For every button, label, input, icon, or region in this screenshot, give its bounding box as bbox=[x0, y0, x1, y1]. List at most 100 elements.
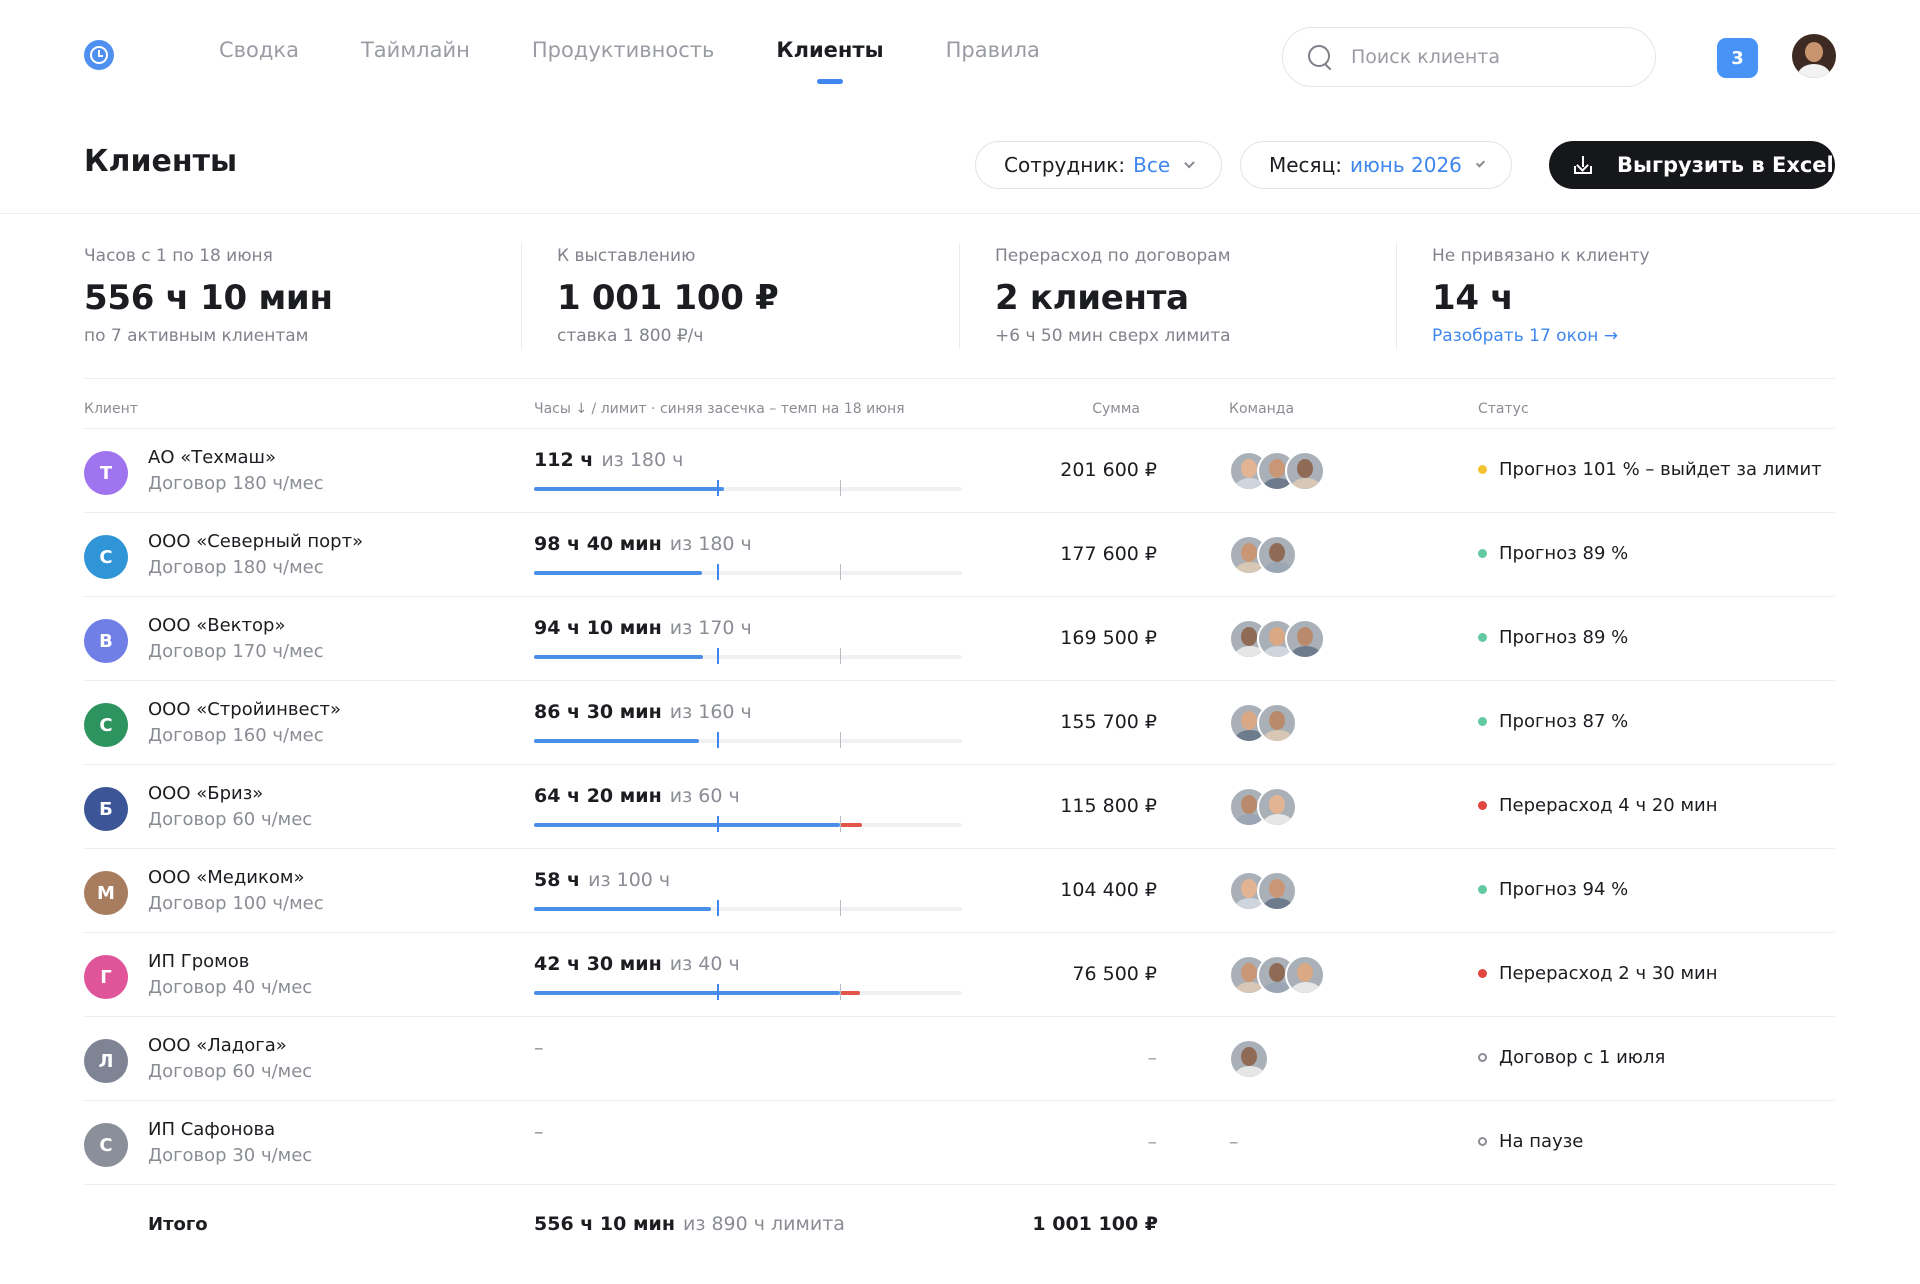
limit-marker bbox=[839, 648, 841, 664]
hours-progress-bar bbox=[534, 480, 962, 496]
tab-summary[interactable]: Сводка bbox=[219, 38, 299, 62]
client-sum: 76 500 ₽ bbox=[1072, 963, 1157, 985]
client-name[interactable]: ИП Громов bbox=[148, 951, 249, 972]
status-indicator: Договор с 1 июля bbox=[1478, 1047, 1665, 1068]
page-title: Клиенты bbox=[84, 144, 238, 179]
client-name[interactable]: ООО «Северный порт» bbox=[148, 531, 363, 552]
client-name[interactable]: ИП Сафонова bbox=[148, 1119, 275, 1140]
hours-used: 94 ч 10 мин из 170 ч bbox=[534, 617, 752, 639]
client-sum: 104 400 ₽ bbox=[1060, 879, 1157, 901]
table-row[interactable]: С ООО «Стройинвест» Договор 160 ч/мес 86 ч … bbox=[84, 681, 1835, 765]
client-initial-avatar: С bbox=[84, 535, 128, 579]
tab-timeline[interactable]: Таймлайн bbox=[361, 38, 470, 62]
hours-empty: – bbox=[534, 1037, 544, 1059]
notifications-badge[interactable]: 3 bbox=[1717, 38, 1758, 78]
team-member-avatar[interactable] bbox=[1285, 451, 1325, 491]
table-row[interactable]: Г ИП Громов Договор 40 ч/мес 42 ч 30 мин из … bbox=[84, 933, 1835, 1017]
team-member-avatar[interactable] bbox=[1257, 787, 1297, 827]
table-row[interactable]: В ООО «Вектор» Договор 170 ч/мес 94 ч 10 ми… bbox=[84, 597, 1835, 681]
team-member-avatar[interactable] bbox=[1257, 535, 1297, 575]
column-header-team[interactable]: Команда bbox=[1229, 401, 1294, 417]
status-dot-icon bbox=[1478, 717, 1487, 726]
client-name[interactable]: ООО «Стройинвест» bbox=[148, 699, 341, 720]
tab-productivity[interactable]: Продуктивность bbox=[532, 38, 715, 62]
status-indicator: Прогноз 89 % bbox=[1478, 627, 1628, 648]
hours-progress-bar bbox=[534, 564, 962, 580]
team-member-avatar[interactable] bbox=[1229, 1039, 1269, 1079]
column-header-hours[interactable]: Часы ↓ / лимит · синяя засечка – темп на… bbox=[534, 401, 905, 417]
kpi-overrun: Перерасход по договорам 2 клиента +6 ч 5… bbox=[995, 246, 1231, 346]
download-icon bbox=[1573, 155, 1593, 175]
team-member-avatar[interactable] bbox=[1285, 619, 1325, 659]
hours-limit: из 40 ч bbox=[669, 953, 740, 975]
team-member-avatar[interactable] bbox=[1257, 871, 1297, 911]
client-name[interactable]: ООО «Медиком» bbox=[148, 867, 304, 888]
client-contract: Договор 180 ч/мес bbox=[148, 473, 324, 494]
tab-rules[interactable]: Правила bbox=[946, 38, 1040, 62]
kpi-label: Часов с 1 по 18 июня bbox=[84, 246, 273, 266]
client-initial-avatar: В bbox=[84, 619, 128, 663]
kpi-label: К выставлению bbox=[557, 246, 696, 266]
client-initial-avatar: Б bbox=[84, 787, 128, 831]
user-avatar[interactable] bbox=[1792, 34, 1836, 78]
client-contract: Договор 170 ч/мес bbox=[148, 641, 324, 662]
client-name[interactable]: ООО «Ладога» bbox=[148, 1035, 287, 1056]
hours-value: 58 ч bbox=[534, 869, 581, 891]
hours-used: 86 ч 30 мин из 160 ч bbox=[534, 701, 752, 723]
kpi-separator bbox=[959, 243, 960, 349]
employee-filter-dropdown[interactable]: Сотрудник: Все bbox=[975, 141, 1222, 189]
client-sum: – bbox=[1147, 1131, 1158, 1153]
pace-marker bbox=[717, 648, 720, 664]
hours-limit: из 180 ч bbox=[601, 449, 684, 471]
client-name[interactable]: ООО «Вектор» bbox=[148, 615, 285, 636]
search-input[interactable] bbox=[1351, 46, 1631, 68]
client-search[interactable] bbox=[1282, 27, 1656, 87]
status-text: Прогноз 94 % bbox=[1499, 879, 1629, 900]
total-label: Итого bbox=[148, 1214, 208, 1235]
column-header-sum[interactable]: Сумма bbox=[1092, 401, 1140, 417]
status-indicator: Прогноз 87 % bbox=[1478, 711, 1628, 732]
chevron-down-icon bbox=[1475, 157, 1486, 168]
progress-fill bbox=[534, 991, 840, 995]
client-name[interactable]: АО «Техмаш» bbox=[148, 447, 276, 468]
chevron-down-icon bbox=[1184, 157, 1195, 168]
pace-marker bbox=[717, 480, 720, 496]
clock-logo-icon[interactable] bbox=[84, 40, 114, 70]
kpi-billable: К выставлению 1 001 100 ₽ ставка 1 800 ₽… bbox=[557, 246, 779, 346]
column-header-client[interactable]: Клиент bbox=[84, 401, 138, 417]
table-row[interactable]: Т АО «Техмаш» Договор 180 ч/мес 112 ч из 180… bbox=[84, 429, 1835, 513]
hours-value: 42 ч 30 мин bbox=[534, 953, 662, 975]
export-button-label: Выгрузить в Excel bbox=[1617, 153, 1834, 177]
tab-clients[interactable]: Клиенты bbox=[776, 38, 884, 84]
kpi-separator bbox=[1396, 243, 1397, 349]
status-dot-icon bbox=[1478, 801, 1487, 810]
month-filter-dropdown[interactable]: Месяц: июнь 2026 bbox=[1240, 141, 1512, 189]
employee-filter-value: Все bbox=[1133, 153, 1171, 177]
status-text: Прогноз 101 % – выйдет за лимит bbox=[1499, 459, 1822, 480]
status-indicator: Перерасход 2 ч 30 мин bbox=[1478, 963, 1718, 984]
team-member-avatar[interactable] bbox=[1257, 703, 1297, 743]
hours-progress-bar bbox=[534, 900, 962, 916]
header-divider bbox=[0, 213, 1920, 214]
client-contract: Договор 60 ч/мес bbox=[148, 809, 313, 830]
team-member-avatar[interactable] bbox=[1285, 955, 1325, 995]
table-row[interactable]: Л ООО «Ладога» Договор 60 ч/мес – – Договор с… bbox=[84, 1017, 1835, 1101]
column-header-status[interactable]: Статус bbox=[1478, 401, 1529, 417]
status-text: Перерасход 2 ч 30 мин bbox=[1499, 963, 1718, 984]
kpi-label: Не привязано к клиенту bbox=[1432, 246, 1650, 266]
table-row[interactable]: С ИП Сафонова Договор 30 ч/мес – – – На паузе bbox=[84, 1101, 1835, 1185]
hours-used: 64 ч 20 мин из 60 ч bbox=[534, 785, 740, 807]
table-row[interactable]: Б ООО «Бриз» Договор 60 ч/мес 64 ч 20 мин из… bbox=[84, 765, 1835, 849]
export-excel-button[interactable]: Выгрузить в Excel bbox=[1549, 141, 1835, 189]
status-indicator: На паузе bbox=[1478, 1131, 1583, 1152]
sort-windows-link[interactable]: Разобрать 17 окон → bbox=[1432, 326, 1618, 346]
table-row[interactable]: М ООО «Медиком» Договор 100 ч/мес 58 ч из 10… bbox=[84, 849, 1835, 933]
progress-fill bbox=[534, 739, 700, 743]
table-row[interactable]: С ООО «Северный порт» Договор 180 ч/мес 98 … bbox=[84, 513, 1835, 597]
status-dot-icon bbox=[1478, 1137, 1487, 1146]
status-text: Договор с 1 июля bbox=[1499, 1047, 1666, 1068]
hours-value: 112 ч bbox=[534, 449, 594, 471]
client-name[interactable]: ООО «Бриз» bbox=[148, 783, 263, 804]
top-navigation: Сводка Таймлайн Продуктивность Клиенты П… bbox=[0, 0, 1920, 112]
total-sum: 1 001 100 ₽ bbox=[1032, 1213, 1158, 1235]
